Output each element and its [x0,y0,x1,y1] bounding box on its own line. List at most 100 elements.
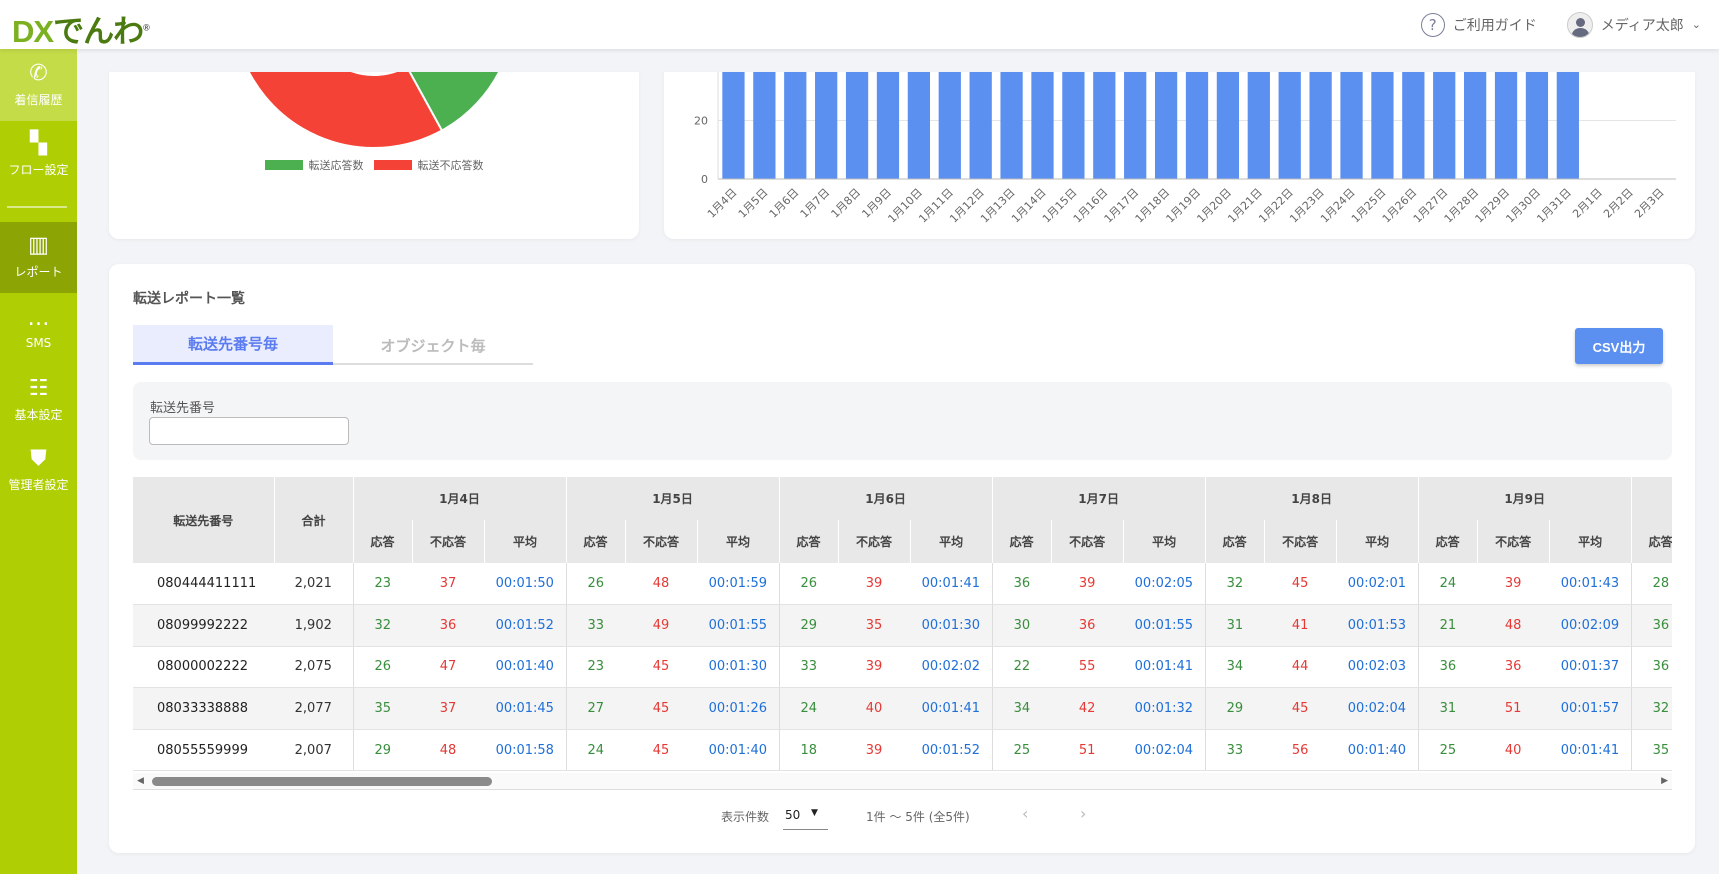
bar[interactable] [1464,72,1487,179]
sidebar-item-settings[interactable]: ☷ 基本設定 [0,365,77,436]
guide-link[interactable]: ? ご利用ガイド [1420,12,1537,37]
phone-icon: ✆ [29,60,48,86]
scrollbar-thumb[interactable] [152,777,492,786]
average-cell: 00:01:55 [1123,604,1206,647]
bar[interactable] [1402,72,1425,179]
legend-item[interactable]: 転送不応答数 [373,157,484,173]
table-row[interactable]: 08055559999 2,007 29 48 00:01:58 24 45 00:01:40… [133,729,1672,772]
tab-by-number[interactable]: 転送先番号毎 [133,325,333,365]
bar[interactable] [1433,72,1456,179]
bar[interactable] [1154,72,1178,179]
tab-by-object[interactable]: オブジェクト毎 [333,325,533,365]
sidebar-item-report[interactable]: ▥ レポート [0,222,77,293]
answered-cell: 36 [1417,646,1478,689]
average-cell: 00:01:43 [1549,563,1632,606]
bar[interactable] [1309,72,1332,179]
bar[interactable] [969,72,992,179]
bar[interactable] [876,72,900,179]
bar[interactable] [845,72,869,179]
col-subheader: 応答 [779,520,839,563]
unanswered-cell: 51 [1051,729,1124,772]
answered-cell: 33 [1204,729,1265,772]
logo[interactable]: DXでんわ® [12,6,150,51]
scroll-right-icon[interactable]: ▶ [1661,776,1668,786]
average-cell: 00:01:32 [1123,687,1206,730]
table-row[interactable]: 08033338888 2,077 35 37 00:01:45 27 45 00:01:26… [133,687,1672,730]
average-cell: 00:01:41 [910,687,993,730]
sidebar-item-flow[interactable]: ▚ フロー設定 [0,121,77,190]
answered-cell: 29 [1204,687,1265,730]
average-cell: 00:01:41 [1123,646,1206,689]
number-cell: 08000002222 [133,646,274,689]
average-cell: 00:01:40 [697,729,780,772]
bar[interactable] [1000,72,1023,179]
answered-cell: 36 [991,563,1052,606]
unanswered-cell: 55 [1051,646,1124,689]
bar[interactable] [938,72,961,179]
scroll-left-icon[interactable]: ◀ [137,776,144,786]
col-header-date: 1月9日 [1418,477,1632,520]
table-row[interactable]: 08000002222 2,075 26 47 00:01:40 23 45 00:01:30… [133,646,1672,689]
bar[interactable] [815,72,838,179]
col-subheader: 応答 [1631,520,1672,563]
bar[interactable] [1371,72,1394,179]
answered-cell: 26 [565,563,626,606]
total-cell: 2,077 [274,687,353,730]
x-tick-label: 1月4日 [705,186,740,221]
answered-cell: 36 [1630,646,1672,689]
unanswered-cell: 51 [1477,687,1550,730]
unanswered-cell: 44 [1264,646,1337,689]
table-row[interactable]: 080444411111 2,021 23 37 00:01:50 26 48 00:01:5… [133,563,1672,606]
sidebar-item-call-history[interactable]: ✆ 着信履歴 [0,49,77,121]
sidebar-item-admin[interactable]: ⛊ 管理者設定 [0,436,77,505]
filter-label: 転送先番号 [150,401,216,416]
pie-legend: 転送応答数 転送不応答数 [109,157,639,173]
col-subheader: 平均 [1336,520,1419,563]
answered-cell: 27 [565,687,626,730]
bar[interactable] [722,72,745,179]
bar[interactable] [1031,72,1054,179]
bar[interactable] [1494,72,1518,179]
unanswered-cell: 41 [1264,604,1337,647]
unanswered-cell: 48 [1477,604,1550,647]
help-icon: ? [1420,12,1445,37]
prev-page-icon[interactable]: ‹ [1022,804,1028,823]
bar[interactable] [1124,72,1147,179]
answered-cell: 24 [565,729,626,772]
col-header-number: 転送先番号 [133,477,275,563]
unanswered-cell: 45 [1264,563,1337,606]
bar[interactable] [907,72,930,179]
bar[interactable] [1247,72,1270,179]
bar[interactable] [1525,72,1549,179]
horizontal-scrollbar[interactable]: ◀ ▶ [133,773,1672,790]
table-row[interactable]: 08099992222 1,902 32 36 00:01:52 33 49 00:01:55… [133,604,1672,647]
unanswered-cell: 45 [625,687,698,730]
x-tick-label: 2月2日 [1601,186,1636,221]
sidebar-item-sms[interactable]: … SMS [0,293,77,365]
pie-slice[interactable] [233,72,444,149]
bar[interactable] [1093,72,1116,179]
number-filter-input[interactable] [149,417,349,445]
next-page-icon[interactable]: › [1080,804,1086,823]
unanswered-cell: 36 [1477,646,1550,689]
bar[interactable] [784,72,807,179]
bar[interactable] [753,72,776,179]
bar[interactable] [1185,72,1209,179]
csv-export-button[interactable]: CSV出力 [1575,328,1663,364]
average-cell: 00:02:03 [1336,646,1419,689]
bar[interactable] [1062,72,1085,179]
unanswered-cell: 39 [1477,563,1550,606]
user-menu[interactable]: メディア太郎 ⌄ [1566,11,1701,38]
total-cell: 2,021 [274,563,353,606]
average-cell: 00:02:09 [1549,604,1632,647]
bar-chart-icon: ▥ [28,233,49,258]
bar[interactable] [1556,72,1579,179]
bar[interactable] [1340,72,1363,179]
col-header-date: 1月5日 [566,477,780,520]
bar[interactable] [1216,72,1240,179]
number-cell: 08099992222 [133,604,274,647]
legend-item[interactable]: 転送応答数 [264,157,364,173]
average-cell: 00:01:45 [484,687,567,730]
per-page-select[interactable]: 50 ▼ [783,800,828,830]
bar[interactable] [1278,72,1301,179]
